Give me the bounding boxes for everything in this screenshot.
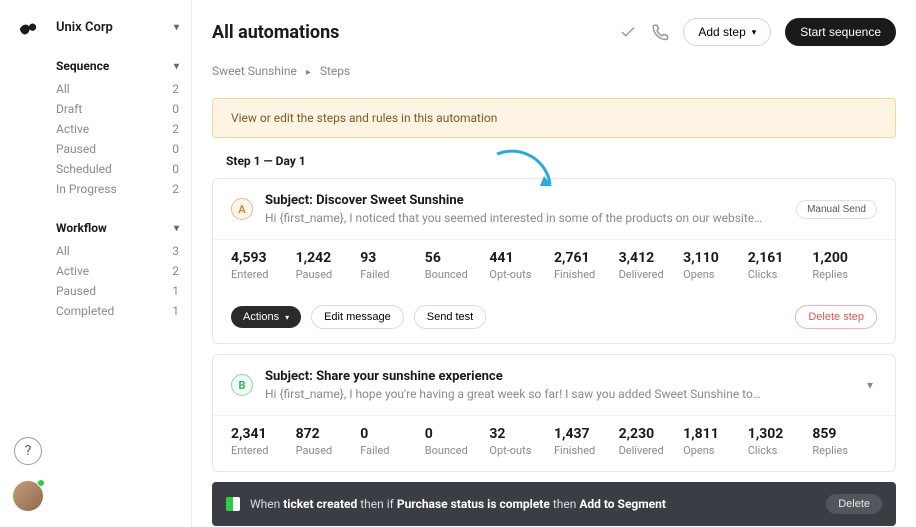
stat-delivered: 2,230Delivered — [619, 426, 684, 457]
stat-paused: 1,242Paused — [296, 250, 361, 281]
stat-finished: 1,437Finished — [554, 426, 619, 457]
section-header-workflow[interactable]: Workflow ▾ — [56, 221, 191, 235]
main-content: All automations Add step ▾ Start sequenc… — [192, 0, 916, 527]
variant-preview: Hi {first_name}, I noticed that you seem… — [265, 211, 784, 225]
variant-badge: A — [231, 198, 253, 220]
nav-item[interactable]: In Progress2 — [56, 179, 191, 199]
breadcrumb: Sweet Sunshine ▸ Steps — [212, 64, 896, 78]
stat-clicks: 1,302Clicks — [748, 426, 813, 457]
top-actions: Add step ▾ Start sequence — [619, 18, 896, 46]
chevron-right-icon: ▸ — [306, 67, 311, 78]
section-header-sequence[interactable]: Sequence ▾ — [56, 59, 191, 73]
user-avatar[interactable] — [13, 481, 43, 511]
nav-item[interactable]: Draft0 — [56, 99, 191, 119]
sequence-nav-list: All2 Draft0 Active2 Paused0 Scheduled0 I… — [56, 79, 191, 199]
section-title: Workflow — [56, 221, 107, 235]
nav-item[interactable]: Completed1 — [56, 301, 191, 321]
stat-opens: 1,811Opens — [683, 426, 748, 457]
add-step-button[interactable]: Add step ▾ — [683, 18, 771, 46]
stat-bounced: 0Bounced — [425, 426, 490, 457]
actions-dropdown[interactable]: Actions ▾ — [231, 306, 301, 328]
nav-item[interactable]: All3 — [56, 241, 191, 261]
stat-optouts: 32Opt-outs — [489, 426, 554, 457]
edit-message-button[interactable]: Edit message — [311, 305, 404, 329]
variant-card-a: A Subject: Discover Sweet Sunshine Hi {f… — [212, 178, 896, 344]
stat-failed: 0Failed — [360, 426, 425, 457]
nav-item[interactable]: Paused1 — [56, 281, 191, 301]
app-logo-icon[interactable] — [17, 18, 39, 45]
org-name: Unix Corp — [56, 20, 113, 35]
nav-item[interactable]: Paused0 — [56, 139, 191, 159]
stat-failed: 93Failed — [360, 250, 425, 281]
stat-clicks: 2,161Clicks — [748, 250, 813, 281]
stat-entered: 4,593Entered — [231, 250, 296, 281]
stat-bounced: 56Bounced — [425, 250, 490, 281]
rule-bar[interactable]: When ticket created then if Purchase sta… — [212, 482, 896, 526]
phone-icon[interactable] — [651, 23, 669, 41]
rule-swatch-icon — [226, 497, 240, 511]
presence-dot-icon — [37, 479, 45, 487]
variant-card-b: B Subject: Share your sunshine experienc… — [212, 354, 896, 472]
nav-item[interactable]: Active2 — [56, 119, 191, 139]
chevron-down-icon: ▾ — [174, 61, 179, 72]
sidebar: Unix Corp ▾ Sequence ▾ All2 Draft0 Activ… — [56, 0, 192, 527]
stats-row: 4,593Entered 1,242Paused 93Failed 56Boun… — [213, 239, 895, 295]
left-rail: ? — [0, 0, 56, 527]
stat-finished: 2,761Finished — [554, 250, 619, 281]
variant-subject: Subject: Share your sunshine experience — [265, 369, 851, 384]
chevron-down-icon: ▾ — [285, 313, 289, 322]
chevron-down-icon: ▾ — [174, 22, 179, 33]
page-title: All automations — [212, 22, 339, 43]
variant-header[interactable]: B Subject: Share your sunshine experienc… — [213, 355, 895, 415]
delete-rule-button[interactable]: Delete — [826, 494, 882, 514]
help-icon[interactable]: ? — [14, 437, 42, 465]
delete-step-button[interactable]: Delete step — [795, 305, 877, 329]
chevron-down-icon: ▾ — [174, 223, 179, 234]
stat-entered: 2,341Entered — [231, 426, 296, 457]
nav-item[interactable]: All2 — [56, 79, 191, 99]
rule-text: When ticket created then if Purchase sta… — [250, 497, 666, 511]
chevron-down-icon[interactable]: ▾ — [863, 378, 877, 392]
notice-banner: View or edit the steps and rules in this… — [212, 98, 896, 138]
breadcrumb-item[interactable]: Sweet Sunshine — [212, 64, 297, 78]
manual-send-button[interactable]: Manual Send — [796, 200, 877, 219]
start-sequence-button[interactable]: Start sequence — [785, 18, 896, 46]
workflow-nav-list: All3 Active2 Paused1 Completed1 — [56, 241, 191, 321]
top-bar: All automations Add step ▾ Start sequenc… — [212, 18, 896, 46]
variant-actions: Actions ▾ Edit message Send test Delete … — [213, 295, 895, 343]
section-title: Sequence — [56, 59, 109, 73]
variant-preview: Hi {first_name}, I hope you're having a … — [265, 387, 851, 401]
chevron-down-icon: ▾ — [752, 27, 757, 38]
stat-paused: 872Paused — [296, 426, 361, 457]
stats-row: 2,341Entered 872Paused 0Failed 0Bounced … — [213, 415, 895, 471]
breadcrumb-item[interactable]: Steps — [320, 64, 350, 78]
variant-badge: B — [231, 374, 253, 396]
org-selector[interactable]: Unix Corp ▾ — [56, 20, 191, 35]
send-test-button[interactable]: Send test — [414, 305, 486, 329]
nav-item[interactable]: Scheduled0 — [56, 159, 191, 179]
stat-delivered: 3,412Delivered — [619, 250, 684, 281]
stat-opens: 3,110Opens — [683, 250, 748, 281]
arrow-annotation-icon — [492, 146, 562, 196]
check-icon[interactable] — [619, 23, 637, 41]
stat-replies: 1,200Replies — [812, 250, 877, 281]
stat-optouts: 441Opt-outs — [489, 250, 554, 281]
nav-item[interactable]: Active2 — [56, 261, 191, 281]
stat-replies: 859Replies — [812, 426, 877, 457]
